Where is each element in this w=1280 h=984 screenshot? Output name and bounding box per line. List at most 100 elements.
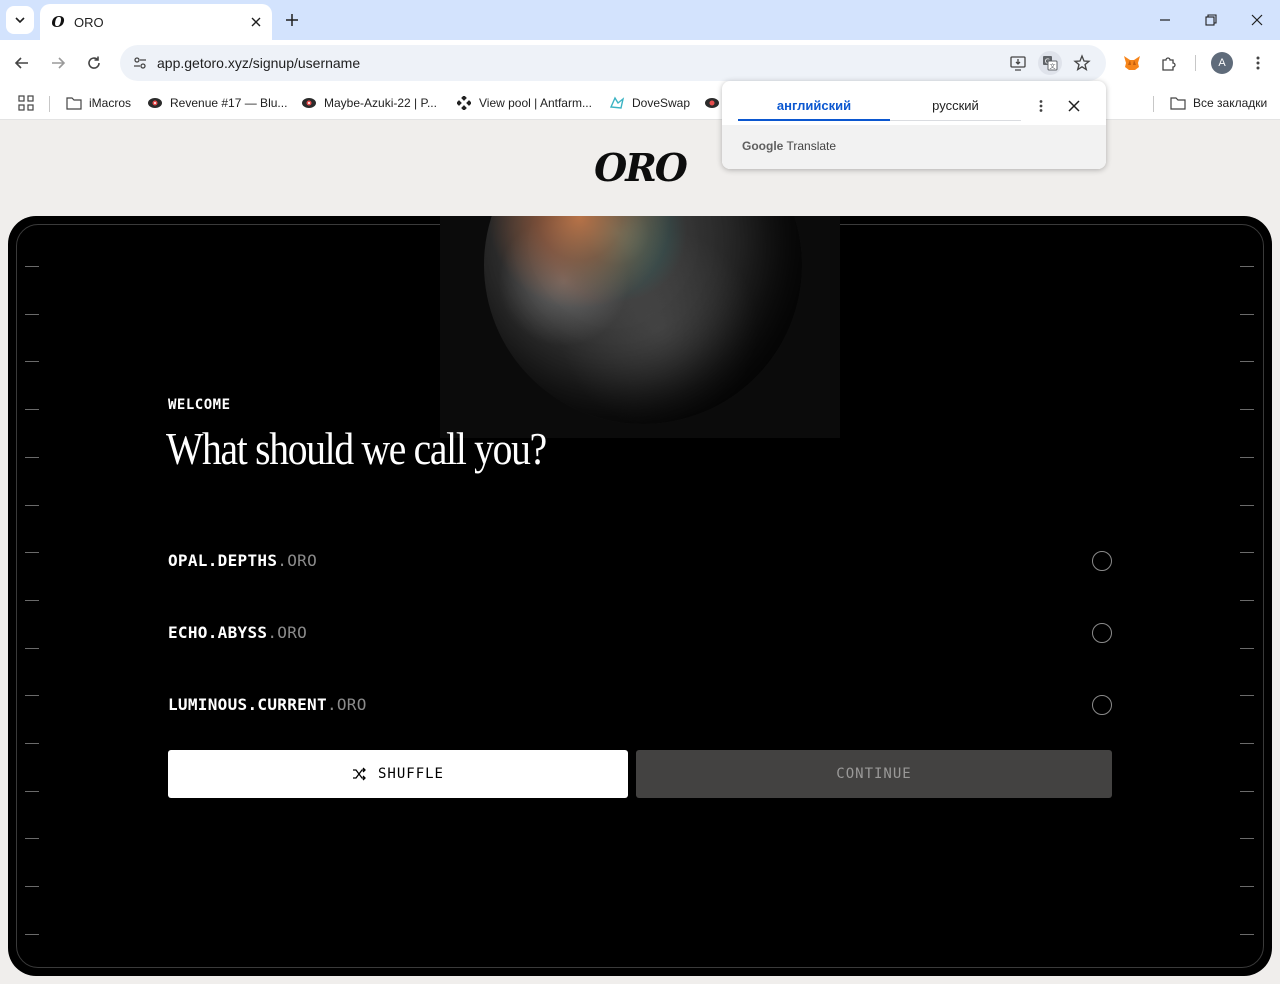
- translate-button[interactable]: G文: [1038, 51, 1062, 75]
- google-translate-brand: Google Translate: [742, 139, 836, 153]
- reload-button[interactable]: [80, 49, 108, 77]
- new-tab-button[interactable]: [280, 8, 304, 32]
- translate-icon: G文: [1043, 56, 1058, 71]
- install-desktop-icon: [1010, 56, 1026, 71]
- option-label: LUMINOUS.CURRENT.ORO: [168, 695, 367, 714]
- username-option-luminous-current[interactable]: LUMINOUS.CURRENT.ORO: [168, 685, 1112, 725]
- ruler-tick: [25, 504, 39, 506]
- ruler-tick: [25, 886, 39, 888]
- shuffle-icon: [352, 766, 368, 782]
- translate-popup: английский русский Google Translate: [722, 81, 1106, 169]
- continue-button[interactable]: CONTINUE: [636, 750, 1112, 798]
- bookmark-imacros[interactable]: iMacros: [66, 92, 131, 114]
- site-info-button[interactable]: [128, 51, 152, 75]
- translate-close-button[interactable]: [1062, 94, 1086, 118]
- ruler-tick: [1240, 409, 1254, 411]
- browser-menu-button[interactable]: [1246, 51, 1270, 75]
- browser-window: O ORO app.getoro.xyz/signup/username G 文…: [0, 0, 1280, 984]
- signup-frame: WELCOME What should we call you? OPAL.DE…: [8, 216, 1272, 976]
- option-name: OPAL.DEPTHS: [168, 551, 278, 570]
- option-radio[interactable]: [1092, 695, 1112, 715]
- ruler-tick: [25, 361, 39, 363]
- profile-avatar[interactable]: A: [1211, 52, 1233, 74]
- extensions-button[interactable]: [1157, 51, 1181, 75]
- back-button[interactable]: [8, 49, 36, 77]
- ruler-tick: [1240, 790, 1254, 792]
- all-bookmarks-folder[interactable]: Все закладки: [1170, 92, 1267, 114]
- ruler-tick: [1240, 504, 1254, 506]
- shuffle-label: SHUFFLE: [377, 766, 444, 782]
- username-option-opal-depths[interactable]: OPAL.DEPTHS.ORO: [168, 541, 1112, 581]
- eye-logo-icon: [704, 95, 720, 111]
- diamond-logo-icon: [456, 95, 472, 111]
- continue-label: CONTINUE: [836, 766, 912, 782]
- option-name: LUMINOUS.CURRENT: [168, 695, 327, 714]
- ruler-tick: [25, 743, 39, 744]
- tab-active[interactable]: O ORO: [40, 4, 272, 40]
- tab-close-button[interactable]: [246, 12, 266, 32]
- bookmark-antfarm[interactable]: View pool | Antfarm...: [456, 92, 592, 114]
- toolbar-divider: [1195, 55, 1196, 71]
- ruler-tick: [1240, 695, 1254, 697]
- planet-globe: [484, 216, 802, 424]
- install-app-button[interactable]: [1006, 51, 1030, 75]
- tab-search-button[interactable]: [6, 6, 34, 34]
- option-label: ECHO.ABYSS.ORO: [168, 623, 307, 642]
- ruler-tick: [1240, 552, 1254, 554]
- more-vertical-icon: [1039, 100, 1043, 112]
- metamask-extension-button[interactable]: [1120, 51, 1144, 75]
- ruler-tick: [25, 409, 39, 411]
- ruler-tick: [25, 599, 39, 601]
- oro-favicon-icon: O: [51, 13, 65, 31]
- browser-toolbar: app.getoro.xyz/signup/username G文 A: [0, 40, 1280, 86]
- bookmark-label: iMacros: [89, 96, 132, 110]
- option-radio[interactable]: [1092, 623, 1112, 643]
- eye-logo-icon: [147, 95, 163, 111]
- translate-footer: Google Translate: [722, 125, 1106, 169]
- bookmark-revenue[interactable]: Revenue #17 — Blu...: [147, 92, 287, 114]
- more-vertical-icon: [1256, 56, 1260, 70]
- right-ruler-ticks: [1240, 256, 1254, 956]
- ruler-tick: [25, 838, 39, 840]
- option-suffix: .ORO: [267, 623, 308, 642]
- bookmark-star-button[interactable]: [1070, 51, 1094, 75]
- ruler-tick: [25, 933, 39, 935]
- tab-source-language[interactable]: английский: [738, 91, 890, 121]
- apps-button[interactable]: [18, 92, 34, 114]
- tab-strip: O ORO: [0, 0, 1280, 40]
- brand-translate: Translate: [786, 139, 837, 153]
- restore-button[interactable]: [1188, 0, 1234, 40]
- close-icon: [251, 17, 261, 27]
- welcome-label: WELCOME: [168, 397, 231, 413]
- close-window-button[interactable]: [1234, 0, 1280, 40]
- bookmark-label: Revenue #17 — Blu...: [170, 96, 288, 110]
- option-radio[interactable]: [1092, 551, 1112, 571]
- bookmark-maybe-azuki[interactable]: Maybe-Azuki-22 | P...: [301, 92, 437, 114]
- svg-text:文: 文: [1049, 63, 1055, 71]
- bookmark-label: Все закладки: [1193, 96, 1268, 110]
- tab-title: ORO: [74, 14, 104, 30]
- tune-icon: [134, 57, 146, 69]
- bookmark-doveswap[interactable]: DoveSwap: [609, 92, 690, 114]
- dove-logo-icon: [609, 95, 625, 111]
- bookmark-label: View pool | Antfarm...: [479, 96, 592, 110]
- star-icon: [1073, 54, 1091, 72]
- fox-icon: [1124, 56, 1140, 70]
- puzzle-icon: [1162, 57, 1176, 71]
- tab-target-language[interactable]: русский: [890, 91, 1021, 121]
- option-label: OPAL.DEPTHS.ORO: [168, 551, 317, 570]
- forward-button[interactable]: [44, 49, 72, 77]
- ruler-tick: [1240, 266, 1254, 267]
- minimize-button[interactable]: [1142, 0, 1188, 40]
- shuffle-button[interactable]: SHUFFLE: [168, 750, 628, 798]
- option-suffix: .ORO: [326, 695, 367, 714]
- page-title: What should we call you?: [166, 423, 547, 474]
- left-ruler-ticks: [25, 256, 39, 956]
- folder-icon: [66, 95, 82, 111]
- bookmarks-separator-right: [1153, 96, 1154, 112]
- apps-grid-icon: [18, 95, 34, 111]
- option-name: ECHO.ABYSS: [168, 623, 268, 642]
- translate-options-button[interactable]: [1029, 94, 1053, 118]
- username-option-echo-abyss[interactable]: ECHO.ABYSS.ORO: [168, 613, 1112, 653]
- address-bar[interactable]: app.getoro.xyz/signup/username G文: [120, 45, 1106, 81]
